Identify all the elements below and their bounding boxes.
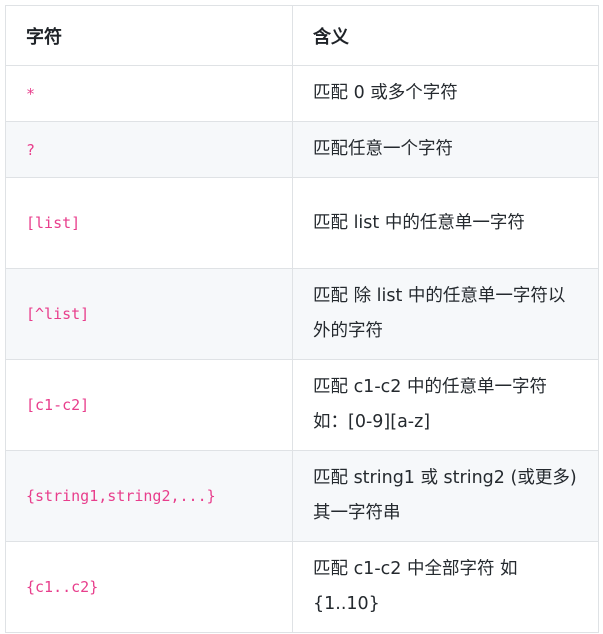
header-row: 字符 含义 (5, 5, 599, 66)
meaning-cell: 匹配 c1-c2 中的任意单一字符 如：[0-9][a-z] (292, 359, 599, 451)
meaning-cell: 匹配 0 或多个字符 (292, 65, 599, 122)
table-row: ? 匹配任意一个字符 (5, 121, 599, 178)
table-row: [^list] 匹配 除 list 中的任意单一字符以外的字符 (5, 268, 599, 360)
symbol-cell: {string1,string2,...} (5, 450, 293, 542)
table-row: [list] 匹配 list 中的任意单一字符 (5, 177, 599, 269)
symbol-cell: * (5, 65, 293, 122)
table-row: {c1..c2} 匹配 c1-c2 中全部字符 如{1..10} (5, 541, 599, 633)
symbol-cell: [list] (5, 177, 293, 269)
symbol-cell: [^list] (5, 268, 293, 360)
meaning-cell: 匹配任意一个字符 (292, 121, 599, 178)
header-meaning: 含义 (292, 5, 599, 66)
table-header: 字符 含义 (5, 5, 599, 66)
table-row: * 匹配 0 或多个字符 (5, 65, 599, 122)
meaning-cell: 匹配 list 中的任意单一字符 (292, 177, 599, 269)
header-symbol: 字符 (5, 5, 293, 66)
table-row: [c1-c2] 匹配 c1-c2 中的任意单一字符 如：[0-9][a-z] (5, 359, 599, 451)
meaning-cell: 匹配 c1-c2 中全部字符 如{1..10} (292, 541, 599, 633)
symbol-cell: {c1..c2} (5, 541, 293, 633)
meaning-cell: 匹配 除 list 中的任意单一字符以外的字符 (292, 268, 599, 360)
symbol-cell: [c1-c2] (5, 359, 293, 451)
table-row: {string1,string2,...} 匹配 string1 或 strin… (5, 450, 599, 542)
meaning-cell: 匹配 string1 或 string2 (或更多)其一字符串 (292, 450, 599, 542)
wildcard-table: 字符 含义 * 匹配 0 或多个字符 ? 匹配任意一个字符 [list] 匹配 … (5, 5, 599, 633)
symbol-cell: ? (5, 121, 293, 178)
table-body: * 匹配 0 或多个字符 ? 匹配任意一个字符 [list] 匹配 list 中… (5, 65, 599, 633)
